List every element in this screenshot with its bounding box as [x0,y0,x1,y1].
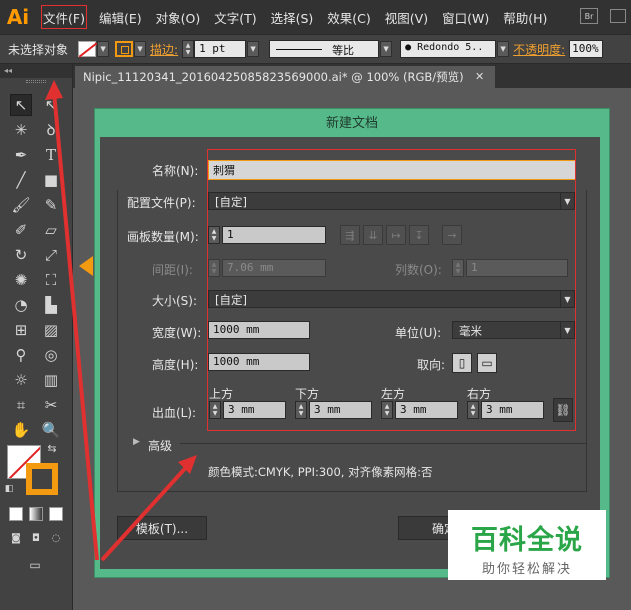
gradient-mode-icon[interactable] [29,507,43,521]
eraser-tool-icon[interactable]: ▱ [40,219,62,241]
fill-dropdown-icon[interactable]: ▼ [97,41,110,57]
gradient-tool-icon[interactable]: ▨ [40,319,62,341]
annotation-highlight-box [207,149,576,431]
pencil-tool-icon[interactable]: ✎ [40,194,62,216]
color-info-text: 颜色模式:CMYK, PPI:300, 对齐像素网格:否 [208,465,433,479]
template-button[interactable]: 模板(T)... [117,516,207,540]
advanced-expand-icon[interactable]: ▶ [133,437,140,447]
tools-grip[interactable] [0,78,72,86]
stroke-profile-label: 等比 [332,44,355,57]
fill-none-swatch[interactable] [78,41,97,57]
close-tab-icon[interactable]: ✕ [475,66,484,88]
artboards-label: 画板数量(M): [127,230,199,244]
blob-brush-tool-icon[interactable]: ✐ [10,219,32,241]
watermark-subtitle: 助你轻松解决 [481,562,572,577]
lasso-tool-icon[interactable]: ꝺ [40,119,62,141]
stroke-dropdown-icon[interactable]: ▼ [134,41,147,57]
document-tab[interactable]: Nipic_11120341_20160425085823569000.ai* … [75,66,495,88]
selection-tool-icon[interactable]: ↖ [10,94,32,116]
tools-panel: ◂◂ ↖ ↖ ✳ ꝺ ✒ T ╱ ■ 🖌 ✎ ✐ ▱ ↻ ⤢ ✺ ⛶ ◔ ▙ ⊞… [0,64,73,610]
paintbrush-tool-icon[interactable]: 🖌 [10,194,32,216]
draw-normal-icon[interactable]: ◙ [7,530,25,546]
perspective-grid-tool-icon[interactable]: ▙ [40,294,62,316]
rotate-tool-icon[interactable]: ↻ [10,244,32,266]
zoom-tool-icon[interactable]: 🔍 [40,419,62,441]
stroke-color-box[interactable] [26,463,58,495]
stroke-weight-input[interactable]: 1 pt [194,40,247,58]
advanced-divider [180,443,587,444]
height-label: 高度(H): [152,358,199,372]
stroke-profile-dropdown-icon[interactable]: ▼ [380,41,393,57]
watermark-title: 百科全说 [471,525,583,556]
pen-tool-icon[interactable]: ✒ [10,144,32,166]
draw-inside-icon[interactable]: ◌ [47,530,65,546]
screen-mode-icon[interactable]: ▭ [22,556,48,574]
free-transform-tool-icon[interactable]: ⛶ [40,269,62,291]
menu-effect[interactable]: 效果(C) [320,0,377,34]
name-label: 名称(N): [152,164,199,178]
stroke-profile-select[interactable]: 等比 [269,40,380,58]
eyedropper-tool-icon[interactable]: ⚲ [10,344,32,366]
swap-colors-icon[interactable]: ⇆ [45,441,59,455]
slice-tool-icon[interactable]: ✂ [40,394,62,416]
menu-edit[interactable]: 编辑(E) [92,0,149,34]
illustrator-logo: Ai [6,5,30,29]
stroke-label[interactable]: 描边: [150,41,178,58]
document-tab-title: Nipic_11120341_20160425085823569000.ai* … [83,70,464,84]
rectangle-tool-icon[interactable]: ■ [40,169,62,191]
menu-window[interactable]: 窗口(W) [435,0,496,34]
warp-tool-icon[interactable]: ✺ [10,269,32,291]
selection-status: 未选择对象 [8,42,69,57]
advanced-label[interactable]: 高级 [148,437,172,454]
artwork-fragment [79,256,93,276]
stroke-weight-dropdown-icon[interactable]: ▼ [247,41,260,57]
default-colors-icon[interactable]: ◧ [3,483,15,495]
direct-selection-tool-icon[interactable]: ↖ [40,94,62,116]
brush-name: Redondo 5.. [417,42,484,53]
none-mode-icon[interactable] [49,507,63,521]
document-tab-bar: Nipic_11120341_20160425085823569000.ai* … [73,64,631,88]
stroke-line-preview [276,49,323,50]
artboard-tool-icon[interactable]: ⌗ [10,394,32,416]
brush-select[interactable]: ● Redondo 5.. [400,40,497,58]
opacity-input[interactable]: 100% [569,40,604,58]
menu-view[interactable]: 视图(V) [378,0,435,34]
stroke-color-swatch[interactable] [115,41,134,57]
symbol-sprayer-tool-icon[interactable]: ☼ [10,369,32,391]
column-graph-tool-icon[interactable]: ▥ [40,369,62,391]
magic-wand-tool-icon[interactable]: ✳ [10,119,32,141]
brush-dropdown-icon[interactable]: ▼ [497,41,510,57]
size-label: 大小(S): [152,294,198,308]
dialog-title: 新建文档 [325,116,378,131]
draw-behind-icon[interactable]: ◘ [27,530,45,546]
blend-tool-icon[interactable]: ◎ [40,344,62,366]
menu-object[interactable]: 对象(O) [149,0,208,34]
tools-collapse-icon[interactable]: ◂◂ [0,64,72,78]
mesh-tool-icon[interactable]: ⊞ [10,319,32,341]
menu-type[interactable]: 文字(T) [207,0,263,34]
shape-builder-tool-icon[interactable]: ◔ [10,294,32,316]
menu-select[interactable]: 选择(S) [264,0,321,34]
color-mode-icon[interactable] [9,507,23,521]
control-bar: 未选择对象 ▼ ▼ 描边: ▲ ▼ 1 pt ▼ 等比 ▼ ● Redondo 5… [0,34,631,64]
opacity-label[interactable]: 不透明度: [513,41,565,58]
hand-tool-icon[interactable]: ✋ [10,419,32,441]
bleed-label: 出血(L): [152,406,197,420]
menu-help[interactable]: 帮助(H) [496,0,554,34]
profile-label: 配置文件(P): [127,196,196,210]
arrange-documents-icon[interactable] [610,9,626,23]
type-tool-icon[interactable]: T [40,144,62,166]
spacing-label: 间距(I): [152,263,193,277]
stroke-weight-stepper[interactable]: ▲ ▼ [182,40,195,58]
bridge-icon[interactable]: Br [580,8,598,24]
line-tool-icon[interactable]: ╱ [10,169,32,191]
watermark: 百科全说 助你轻松解决 [448,510,606,580]
width-label: 宽度(W): [152,326,202,340]
menu-file[interactable]: 文件(F) [36,0,92,34]
menu-bar: Ai 文件(F) 编辑(E) 对象(O) 文字(T) 选择(S) 效果(C) 视… [0,0,631,34]
scale-tool-icon[interactable]: ⤢ [40,244,62,266]
